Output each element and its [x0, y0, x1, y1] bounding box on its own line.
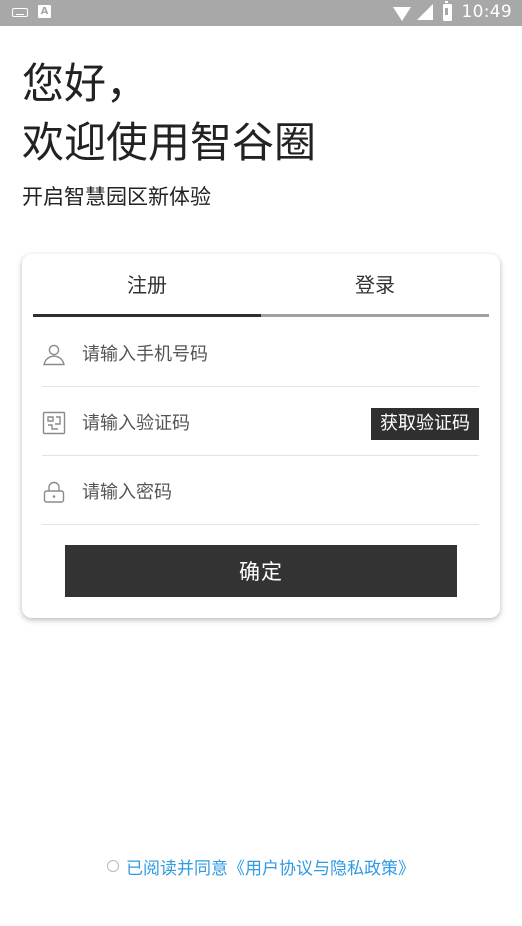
signal-icon: [416, 4, 433, 20]
greeting-subtitle: 开启智慧园区新体验: [22, 185, 211, 209]
phone-field-row: [42, 318, 479, 387]
tab-active-indicator: [33, 314, 261, 317]
battery-icon: [442, 0, 452, 21]
agreement-checkbox[interactable]: [107, 860, 119, 872]
confirm-button[interactable]: 确定: [65, 545, 457, 597]
agreement-link[interactable]: 已阅读并同意《用户协议与隐私政策》: [126, 854, 415, 879]
code-input[interactable]: [82, 405, 362, 441]
auth-card: 注册 登录 获取验证码 确定: [22, 254, 500, 618]
verification-code-icon: [42, 411, 66, 435]
user-icon: [43, 344, 65, 366]
status-bar-right: 10:49: [392, 0, 513, 22]
greeting-line-2: 欢迎使用智谷圈: [22, 118, 317, 167]
status-time: 10:49: [461, 2, 512, 22]
tab-register[interactable]: 注册: [33, 254, 261, 314]
phone-input[interactable]: [82, 336, 362, 372]
tab-inactive-indicator: [261, 314, 489, 317]
wifi-icon: [392, 7, 411, 21]
code-field-row: 获取验证码: [42, 387, 479, 456]
password-field-row: [42, 456, 479, 525]
auth-tabs: 注册 登录: [33, 254, 489, 318]
keyboard-icon: [12, 8, 28, 17]
lock-icon: [43, 481, 65, 503]
a-notification-icon: A: [38, 5, 51, 18]
status-bar-left: A: [12, 5, 51, 18]
get-code-button[interactable]: 获取验证码: [371, 408, 479, 440]
agreement-row: 已阅读并同意《用户协议与隐私政策》: [0, 853, 522, 879]
password-input[interactable]: [82, 474, 362, 510]
tab-login[interactable]: 登录: [261, 254, 489, 314]
status-bar: A 10:49: [0, 0, 522, 26]
greeting-line-1: 您好，: [22, 59, 149, 108]
